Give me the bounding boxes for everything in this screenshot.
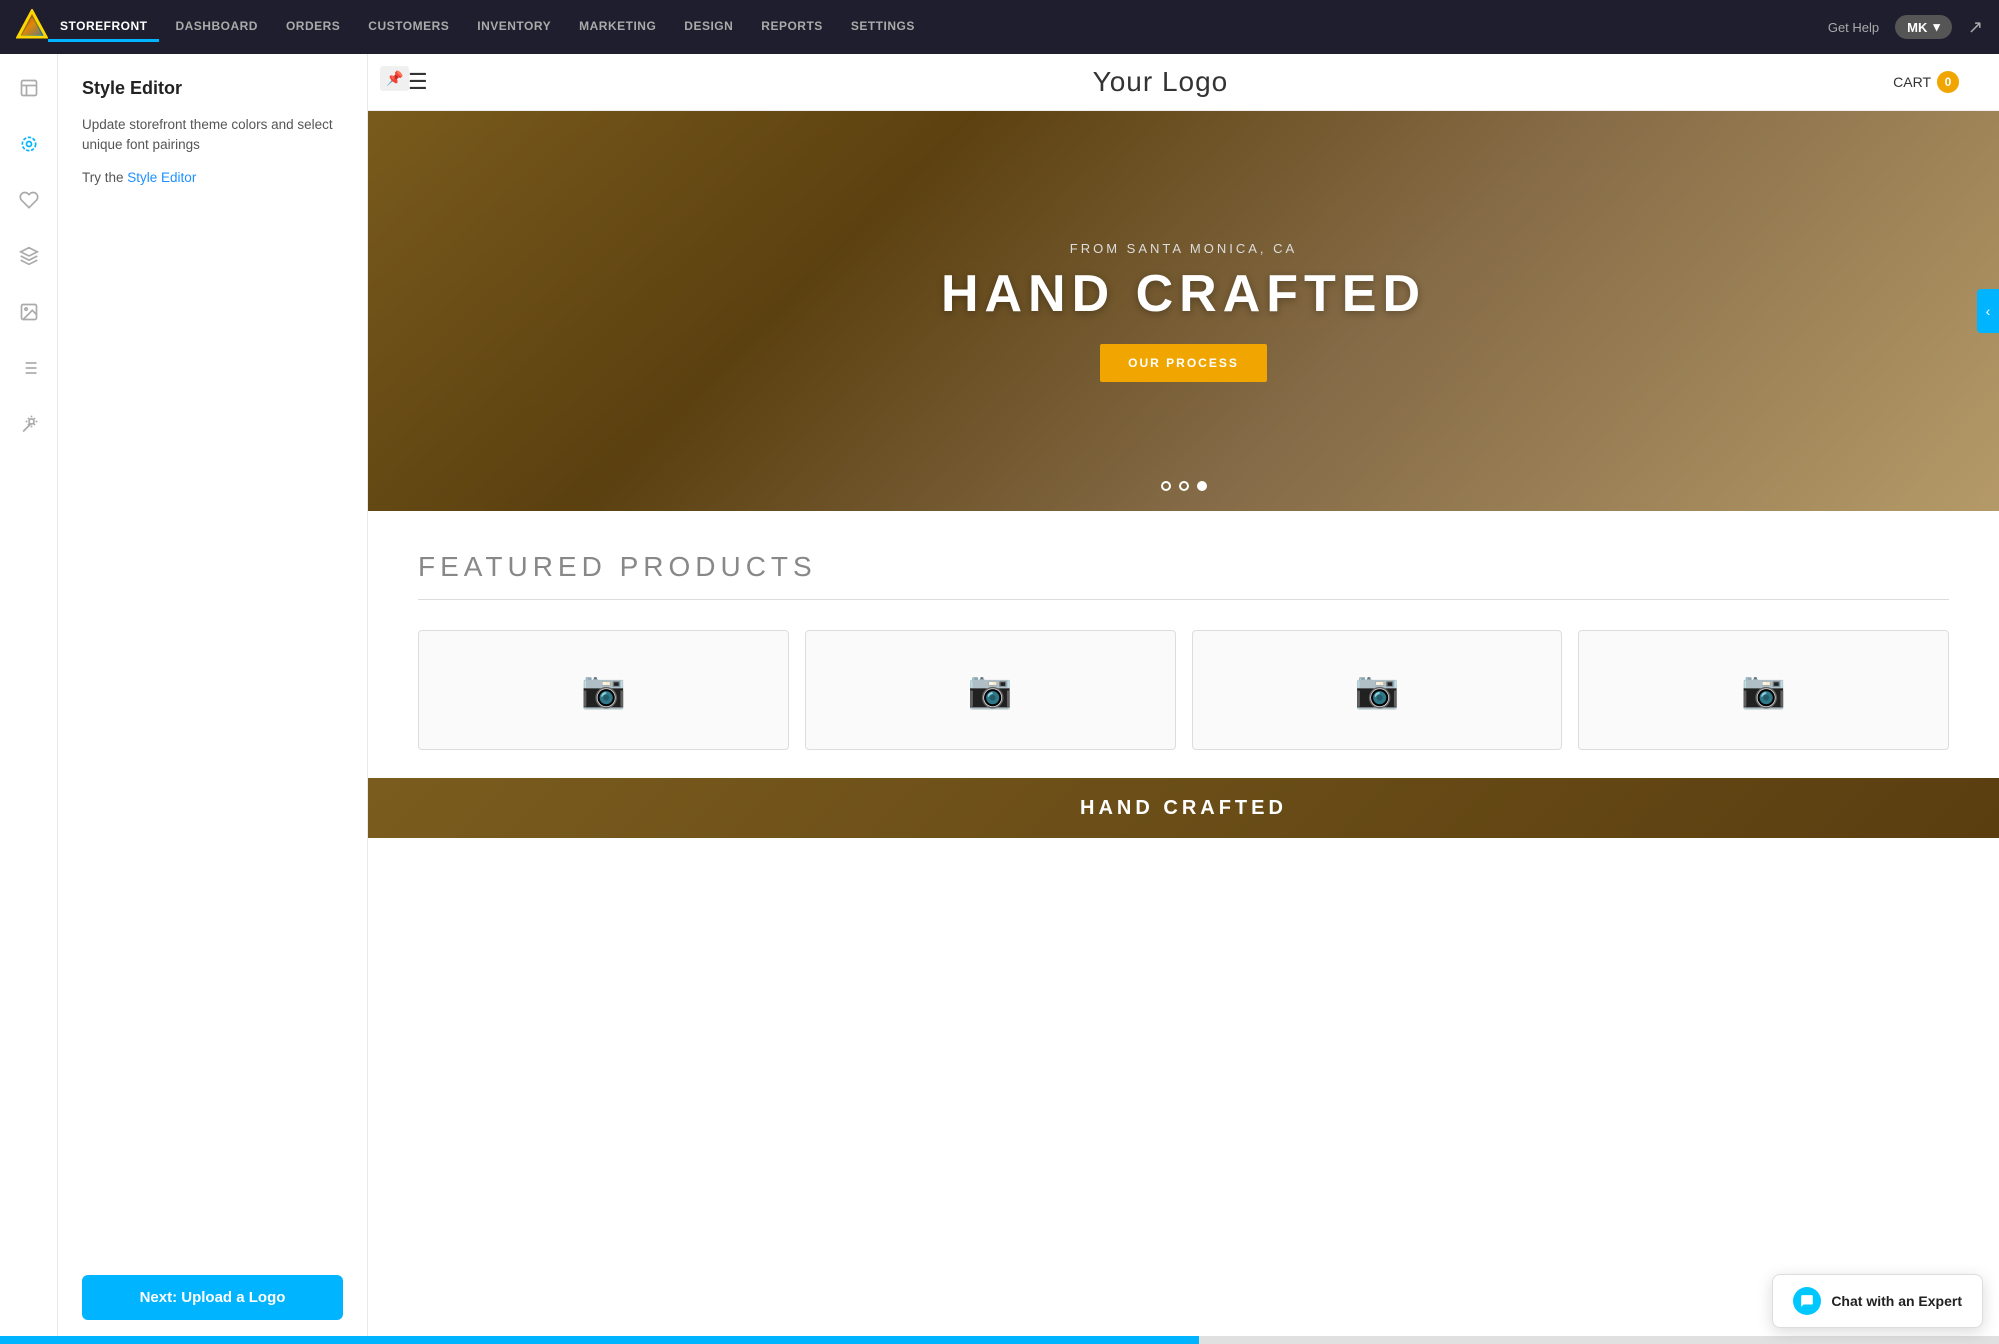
featured-title: FEATURED PRODUCTS xyxy=(418,551,1949,600)
preview-area: 📌 ☰ Your Logo CART 0 FROM SANTA MONICA, … xyxy=(368,54,1999,1344)
hamburger-menu[interactable]: ☰ xyxy=(408,69,428,95)
nav-reports[interactable]: REPORTS xyxy=(749,13,835,42)
style-editor-link[interactable]: Style Editor xyxy=(127,170,196,185)
hero-title: HAND CRAFTED xyxy=(941,264,1426,324)
product-card[interactable]: 📷 xyxy=(1192,630,1563,750)
nav-marketing[interactable]: MARKETING xyxy=(567,13,668,42)
sidebar-magic-icon[interactable] xyxy=(11,406,47,442)
style-editor-title: Style Editor xyxy=(82,78,343,99)
sidebar-pages-icon[interactable] xyxy=(11,70,47,106)
product-card[interactable]: 📷 xyxy=(1578,630,1949,750)
app-logo[interactable] xyxy=(16,9,48,46)
nav-dashboard[interactable]: DASHBOARD xyxy=(163,13,270,42)
product-grid: 📷 📷 📷 📷 xyxy=(418,630,1949,750)
carousel-dot-3[interactable] xyxy=(1197,481,1207,491)
product-image-placeholder-1: 📷 xyxy=(581,669,626,711)
style-editor-panel: Style Editor Update storefront theme col… xyxy=(58,54,368,1344)
sidebar-style-icon[interactable] xyxy=(11,126,47,162)
sidebar-image-icon[interactable] xyxy=(11,294,47,330)
style-editor-try: Try the Style Editor xyxy=(82,168,343,188)
user-initials: MK xyxy=(1907,20,1927,35)
product-image-placeholder-4: 📷 xyxy=(1741,669,1786,711)
pin-button[interactable]: 📌 xyxy=(380,66,409,91)
icon-sidebar xyxy=(0,54,58,1344)
chat-widget[interactable]: Chat with an Expert xyxy=(1772,1274,1983,1328)
cart-button[interactable]: CART 0 xyxy=(1893,71,1959,93)
cart-label: CART xyxy=(1893,74,1931,90)
style-editor-description: Update storefront theme colors and selec… xyxy=(82,115,343,156)
hero-cta-button[interactable]: OUR PROCESS xyxy=(1100,344,1267,382)
product-image-placeholder-2: 📷 xyxy=(968,669,1013,711)
next-upload-logo-button[interactable]: Next: Upload a Logo xyxy=(82,1275,343,1320)
chevron-down-icon: ▾ xyxy=(1933,19,1940,35)
chat-label: Chat with an Expert xyxy=(1831,1293,1962,1309)
nav-design[interactable]: DESIGN xyxy=(672,13,745,42)
chat-icon xyxy=(1793,1287,1821,1315)
sidebar-heart-icon[interactable] xyxy=(11,182,47,218)
collapse-preview-tab[interactable]: ‹ xyxy=(1977,289,1999,333)
hero-subtitle: FROM SANTA MONICA, CA xyxy=(941,241,1426,256)
get-help-link[interactable]: Get Help xyxy=(1828,20,1879,35)
user-menu[interactable]: MK ▾ xyxy=(1895,15,1952,39)
carousel-dot-1[interactable] xyxy=(1161,481,1171,491)
store-header: ☰ Your Logo CART 0 xyxy=(368,54,1999,111)
bottom-hero-text: HAND CRAFTED xyxy=(1080,797,1287,820)
nav-customers[interactable]: CUSTOMERS xyxy=(356,13,461,42)
bottom-hero-strip: HAND CRAFTED xyxy=(368,778,1999,838)
scrollbar[interactable] xyxy=(0,1336,1999,1344)
nav-orders[interactable]: ORDERS xyxy=(274,13,352,42)
scrollbar-thumb xyxy=(0,1336,1199,1344)
featured-section: FEATURED PRODUCTS 📷 📷 📷 📷 xyxy=(368,511,1999,770)
product-card[interactable]: 📷 xyxy=(805,630,1176,750)
sidebar-list-icon[interactable] xyxy=(11,350,47,386)
hero-banner: FROM SANTA MONICA, CA HAND CRAFTED OUR P… xyxy=(368,111,1999,511)
hero-carousel-dots xyxy=(1161,481,1207,491)
store-logo: Your Logo xyxy=(1093,66,1229,98)
carousel-dot-2[interactable] xyxy=(1179,481,1189,491)
product-card[interactable]: 📷 xyxy=(418,630,789,750)
nav-settings[interactable]: SETTINGS xyxy=(839,13,927,42)
cart-count: 0 xyxy=(1937,71,1959,93)
nav-storefront[interactable]: STOREFRONT xyxy=(48,13,159,42)
nav-inventory[interactable]: INVENTORY xyxy=(465,13,563,42)
external-link-icon[interactable]: ↗ xyxy=(1968,17,1983,38)
nav-items: STOREFRONT DASHBOARD ORDERS CUSTOMERS IN… xyxy=(48,13,1828,42)
sidebar-template-icon[interactable] xyxy=(11,238,47,274)
product-image-placeholder-3: 📷 xyxy=(1354,669,1399,711)
